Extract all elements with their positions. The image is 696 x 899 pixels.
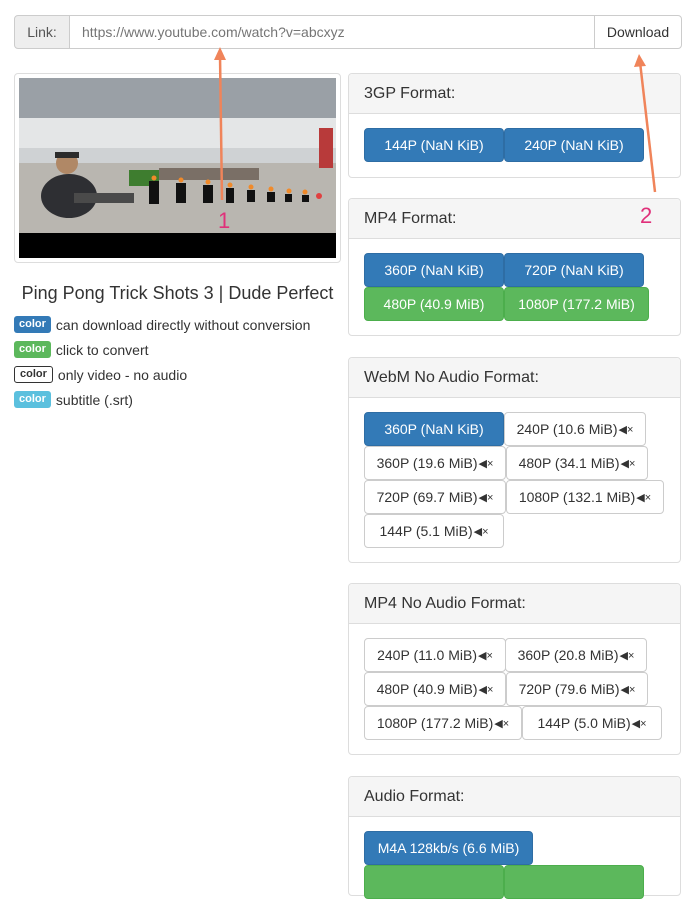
webm-144p-button[interactable]: 144P (5.1 MiB) ◀× [364, 514, 504, 548]
panel-audio: Audio Format: M4A 128kb/s (6.6 MiB) [348, 776, 681, 899]
mute-icon: ◀× [478, 491, 494, 504]
button-label: 240P (10.6 MiB) [516, 421, 618, 437]
panel-mp4-title: MP4 Format: [349, 199, 680, 239]
legend-row-convert: color click to convert [14, 337, 310, 362]
url-bar: Link: Download [14, 15, 682, 49]
panel-webm-title: WebM No Audio Format: [349, 358, 680, 398]
mute-icon: ◀× [477, 649, 493, 662]
mp4na-720p-button[interactable]: 720P (79.6 MiB) ◀× [506, 672, 648, 706]
audio-convert-button-1[interactable] [364, 865, 504, 899]
button-label: 1080P (177.2 MiB) [376, 715, 494, 731]
webm-480p-button[interactable]: 480P (34.1 MiB) ◀× [506, 446, 648, 480]
mute-icon: ◀× [620, 683, 636, 696]
mp4na-480p-button[interactable]: 480P (40.9 MiB) ◀× [364, 672, 506, 706]
panel-mp4: MP4 Format: 360P (NaN KiB) 720P (NaN KiB… [348, 198, 681, 336]
mp4-1080p-button[interactable]: 1080P (177.2 MiB) [504, 287, 649, 321]
video-thumbnail [14, 73, 341, 263]
legend-badge-blue: color [14, 316, 51, 333]
panel-audio-title: Audio Format: [349, 777, 680, 817]
video-thumbnail-image [19, 78, 336, 258]
audio-m4a-button[interactable]: M4A 128kb/s (6.6 MiB) [364, 831, 533, 865]
panel-3gp: 3GP Format: 144P (NaN KiB) 240P (NaN KiB… [348, 73, 681, 178]
mp4na-360p-button[interactable]: 360P (20.8 MiB) ◀× [505, 638, 647, 672]
url-input[interactable] [70, 15, 594, 49]
audio-convert-button-2[interactable] [504, 865, 644, 899]
legend-text: only video - no audio [57, 366, 188, 383]
legend-text: can download directly without conversion [55, 316, 311, 333]
button-label: 480P (34.1 MiB) [518, 455, 620, 471]
webm-360p-noaudio-button[interactable]: 360P (19.6 MiB) ◀× [364, 446, 506, 480]
download-button[interactable]: Download [594, 15, 682, 49]
panel-webm-no-audio: WebM No Audio Format: 360P (NaN KiB) 240… [348, 357, 681, 563]
webm-240p-button[interactable]: 240P (10.6 MiB) ◀× [504, 412, 646, 446]
mute-icon: ◀× [494, 717, 510, 730]
button-label: 480P (40.9 MiB) [376, 681, 478, 697]
legend-badge-green: color [14, 341, 51, 358]
button-label: 360P (19.6 MiB) [376, 455, 478, 471]
button-label: 360P (20.8 MiB) [517, 647, 619, 663]
legend-row-subtitle: color subtitle (.srt) [14, 387, 310, 412]
video-title: Ping Pong Trick Shots 3 | Dude Perfect [21, 283, 334, 303]
mp4-360p-button[interactable]: 360P (NaN KiB) [364, 253, 504, 287]
annotation-number-2: 2 [640, 203, 653, 228]
webm-360p-button[interactable]: 360P (NaN KiB) [364, 412, 504, 446]
legend-row-direct: color can download directly without conv… [14, 312, 310, 337]
legend-text: click to convert [55, 341, 149, 358]
panel-mp4-no-audio-title: MP4 No Audio Format: [349, 584, 680, 624]
mp4na-144p-button[interactable]: 144P (5.0 MiB) ◀× [522, 706, 662, 740]
annotation-arrowhead-2 [634, 54, 646, 67]
legend-badge-white: color [14, 366, 53, 383]
button-label: 240P (11.0 MiB) [377, 647, 477, 663]
button-label: 144P (5.1 MiB) [379, 523, 473, 539]
mp4-720p-button[interactable]: 720P (NaN KiB) [504, 253, 644, 287]
legend-row-video-only: color only video - no audio [14, 362, 310, 387]
button-label: 720P (79.6 MiB) [518, 681, 620, 697]
legend-badge-cyan: color [14, 391, 51, 408]
mute-icon: ◀× [620, 457, 636, 470]
mute-icon: ◀× [478, 457, 494, 470]
mute-icon: ◀× [631, 717, 647, 730]
mute-icon: ◀× [618, 423, 634, 436]
mp4-480p-button[interactable]: 480P (40.9 MiB) [364, 287, 504, 321]
annotation-number-1: 1 [218, 208, 231, 233]
mute-icon: ◀× [636, 491, 652, 504]
link-label: Link: [14, 15, 70, 49]
mute-icon: ◀× [473, 525, 489, 538]
panel-mp4-no-audio: MP4 No Audio Format: 240P (11.0 MiB) ◀× 3… [348, 583, 681, 755]
mute-icon: ◀× [619, 649, 635, 662]
legend-text: subtitle (.srt) [55, 391, 133, 408]
3gp-144p-button[interactable]: 144P (NaN KiB) [364, 128, 504, 162]
button-label: 720P (69.7 MiB) [376, 489, 478, 505]
webm-720p-button[interactable]: 720P (69.7 MiB) ◀× [364, 480, 506, 514]
3gp-240p-button[interactable]: 240P (NaN KiB) [504, 128, 644, 162]
button-label: 144P (5.0 MiB) [537, 715, 631, 731]
mp4na-1080p-button[interactable]: 1080P (177.2 MiB) ◀× [364, 706, 522, 740]
panel-3gp-title: 3GP Format: [349, 74, 680, 114]
mp4na-240p-button[interactable]: 240P (11.0 MiB) ◀× [364, 638, 506, 672]
webm-1080p-button[interactable]: 1080P (132.1 MiB) ◀× [506, 480, 664, 514]
button-label: 1080P (132.1 MiB) [518, 489, 636, 505]
mute-icon: ◀× [478, 683, 494, 696]
format-legend: color can download directly without conv… [14, 312, 310, 412]
